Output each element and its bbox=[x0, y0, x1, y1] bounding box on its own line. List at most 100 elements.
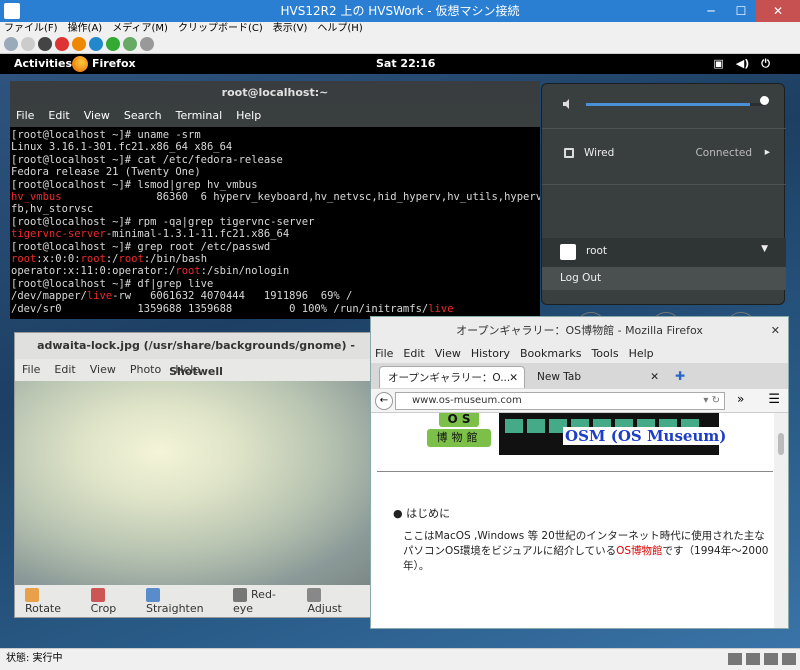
firefox-title: オープンギャラリー：OS博物館 - Mozilla Firefox bbox=[456, 324, 703, 337]
shotwell-menu-help[interactable]: Help bbox=[175, 359, 200, 381]
volume-slider[interactable] bbox=[586, 103, 764, 106]
straighten-icon bbox=[145, 587, 160, 602]
close-icon[interactable]: ✕ bbox=[771, 317, 780, 345]
terminal-menu-edit[interactable]: Edit bbox=[48, 105, 69, 127]
app-menu[interactable]: Firefox bbox=[72, 54, 136, 74]
straighten-button[interactable]: Straighten bbox=[145, 587, 221, 615]
shotwell-menu-photo[interactable]: Photo bbox=[130, 359, 161, 381]
host-menu-media[interactable]: メディア(M) bbox=[112, 22, 168, 36]
shutdown-icon[interactable] bbox=[55, 37, 69, 51]
url-text: www.os-museum.com bbox=[412, 395, 522, 406]
host-menu-view[interactable]: 表示(V) bbox=[273, 22, 308, 36]
host-title: HVS12R2 上の HVSWork - 仮想マシン接続 bbox=[280, 4, 520, 18]
clock[interactable]: Sat 22:16 bbox=[376, 54, 435, 74]
firefox-menu-bookmarks[interactable]: Bookmarks bbox=[520, 345, 581, 363]
reload-icon[interactable]: ▾ ↻ bbox=[703, 393, 720, 409]
minimize-button[interactable]: ─ bbox=[696, 0, 726, 22]
terminal-line: operator:x:11:0:operator:/root:/sbin/nol… bbox=[11, 265, 290, 278]
new-tab-icon[interactable]: ✚ bbox=[675, 369, 685, 383]
firefox-menu-tools[interactable]: Tools bbox=[591, 345, 618, 363]
host-menu-bar: ファイル(F) 操作(A) メディア(M) クリップボード(C) 表示(V) ヘ… bbox=[0, 22, 800, 36]
tab-os-museum[interactable]: オープンギャラリー：O... ✕ bbox=[379, 366, 525, 388]
terminal-line: /dev/sr0 1359688 1359688 0 100% /run/ini… bbox=[11, 302, 454, 315]
back-icon[interactable]: ← bbox=[375, 392, 393, 410]
terminal-menu-file[interactable]: File bbox=[16, 105, 34, 127]
rotate-button[interactable]: Rotate bbox=[25, 587, 79, 615]
close-icon[interactable]: ✕ bbox=[650, 366, 659, 388]
guest-desktop: Activities Firefox Sat 22:16 ▣ ◀) ⏻ root… bbox=[0, 54, 800, 648]
start-icon[interactable] bbox=[21, 37, 35, 51]
user-row[interactable]: root ▼ bbox=[542, 238, 786, 267]
terminal-line: [root@localhost ~]# rpm -qa|grep tigervn… bbox=[11, 215, 315, 228]
terminal-output[interactable]: [root@localhost ~]# uname -srm Linux 3.16… bbox=[10, 127, 540, 319]
firefox-menu-help[interactable]: Help bbox=[629, 345, 654, 363]
terminal-line: [root@localhost ~]# df|grep live bbox=[11, 277, 214, 290]
firefox-menu-history[interactable]: History bbox=[471, 345, 510, 363]
firefox-icon bbox=[72, 56, 88, 72]
terminal-menu-view[interactable]: View bbox=[84, 105, 110, 127]
red-eye-button[interactable]: Red-eye bbox=[233, 587, 295, 615]
save-icon[interactable] bbox=[72, 37, 86, 51]
terminal-line: [root@localhost ~]# grep root /etc/passw… bbox=[11, 240, 271, 253]
shotwell-menu-file[interactable]: File bbox=[22, 359, 40, 381]
host-menu-file[interactable]: ファイル(F) bbox=[4, 22, 58, 36]
close-icon[interactable]: ✕ bbox=[509, 367, 518, 389]
separator bbox=[542, 128, 786, 129]
shotwell-window[interactable]: adwaita-lock.jpg (/usr/share/backgrounds… bbox=[14, 332, 378, 618]
scroll-thumb[interactable] bbox=[778, 433, 784, 455]
crop-button[interactable]: Crop bbox=[90, 587, 134, 615]
firefox-window[interactable]: オープンギャラリー：OS博物館 - Mozilla Firefox ✕ File… bbox=[370, 316, 789, 629]
os-museum-logo: O S 博物館 bbox=[427, 413, 491, 451]
terminal-line: root:x:0:0:root:/root:/bin/bash bbox=[11, 253, 208, 266]
revert-icon[interactable] bbox=[140, 37, 154, 51]
tab-new-tab[interactable]: New Tab ✕ bbox=[529, 366, 665, 388]
logout-item[interactable]: Log Out bbox=[542, 267, 786, 290]
volume-row bbox=[562, 98, 772, 112]
intro-heading: ● はじめに bbox=[393, 507, 451, 520]
adjust-button[interactable]: Adjust bbox=[307, 587, 359, 615]
system-indicators[interactable]: ▣ ◀) ⏻ bbox=[713, 54, 770, 74]
terminal-menu-terminal[interactable]: Terminal bbox=[176, 105, 223, 127]
volume-knob[interactable] bbox=[760, 96, 769, 105]
activities-button[interactable]: Activities bbox=[14, 54, 72, 74]
system-menu: Wired Connected ▸ root ▼ Log Out ✲ 🔒︎ ⏻ bbox=[541, 83, 786, 342]
host-menu-help[interactable]: ヘルプ(H) bbox=[317, 22, 362, 36]
scrollbar[interactable] bbox=[774, 413, 788, 628]
volume-fill bbox=[586, 103, 750, 106]
app-menu-label: Firefox bbox=[92, 57, 136, 70]
hamburger-menu-icon[interactable]: ☰ bbox=[768, 392, 780, 407]
turn-off-icon[interactable] bbox=[38, 37, 52, 51]
host-toolbar bbox=[0, 36, 800, 54]
firefox-menu-edit[interactable]: Edit bbox=[403, 345, 424, 363]
audio-icon bbox=[782, 653, 796, 665]
host-menu-clipboard[interactable]: クリップボード(C) bbox=[178, 22, 263, 36]
shotwell-menu-view[interactable]: View bbox=[90, 359, 116, 381]
terminal-menu-help[interactable]: Help bbox=[236, 105, 261, 127]
network-icon: ▣ bbox=[713, 57, 724, 70]
wired-icon bbox=[564, 148, 574, 158]
overflow-icon[interactable]: » bbox=[737, 392, 744, 406]
resume-icon[interactable] bbox=[106, 37, 120, 51]
url-bar[interactable]: www.os-museum.com ▾ ↻ bbox=[395, 392, 725, 410]
ctrl-alt-del-icon[interactable] bbox=[4, 37, 18, 51]
firefox-menu-file[interactable]: File bbox=[375, 345, 393, 363]
museum-link[interactable]: OS博物館 bbox=[616, 545, 662, 557]
terminal-window[interactable]: root@localhost:~ File Edit View Search T… bbox=[10, 81, 540, 319]
shotwell-menu-edit[interactable]: Edit bbox=[54, 359, 75, 381]
close-button[interactable]: ✕ bbox=[756, 0, 800, 22]
pause-icon[interactable] bbox=[89, 37, 103, 51]
terminal-line: [root@localhost ~]# cat /etc/fedora-rele… bbox=[11, 153, 283, 166]
user-name: root bbox=[586, 245, 608, 257]
site-title[interactable]: OSM (OS Museum) bbox=[563, 427, 729, 445]
tab-label: オープンギャラリー：O... bbox=[388, 372, 511, 384]
maximize-button[interactable]: ☐ bbox=[726, 0, 756, 22]
separator bbox=[542, 184, 786, 185]
tab-label: New Tab bbox=[537, 371, 582, 383]
terminal-menu-search[interactable]: Search bbox=[124, 105, 162, 127]
firefox-menu-view[interactable]: View bbox=[435, 345, 461, 363]
checkpoint-icon[interactable] bbox=[123, 37, 137, 51]
wired-row[interactable]: Wired Connected ▸ bbox=[564, 146, 774, 161]
host-menu-action[interactable]: 操作(A) bbox=[68, 22, 103, 36]
crop-icon bbox=[90, 587, 105, 602]
photo-view[interactable] bbox=[15, 381, 377, 585]
